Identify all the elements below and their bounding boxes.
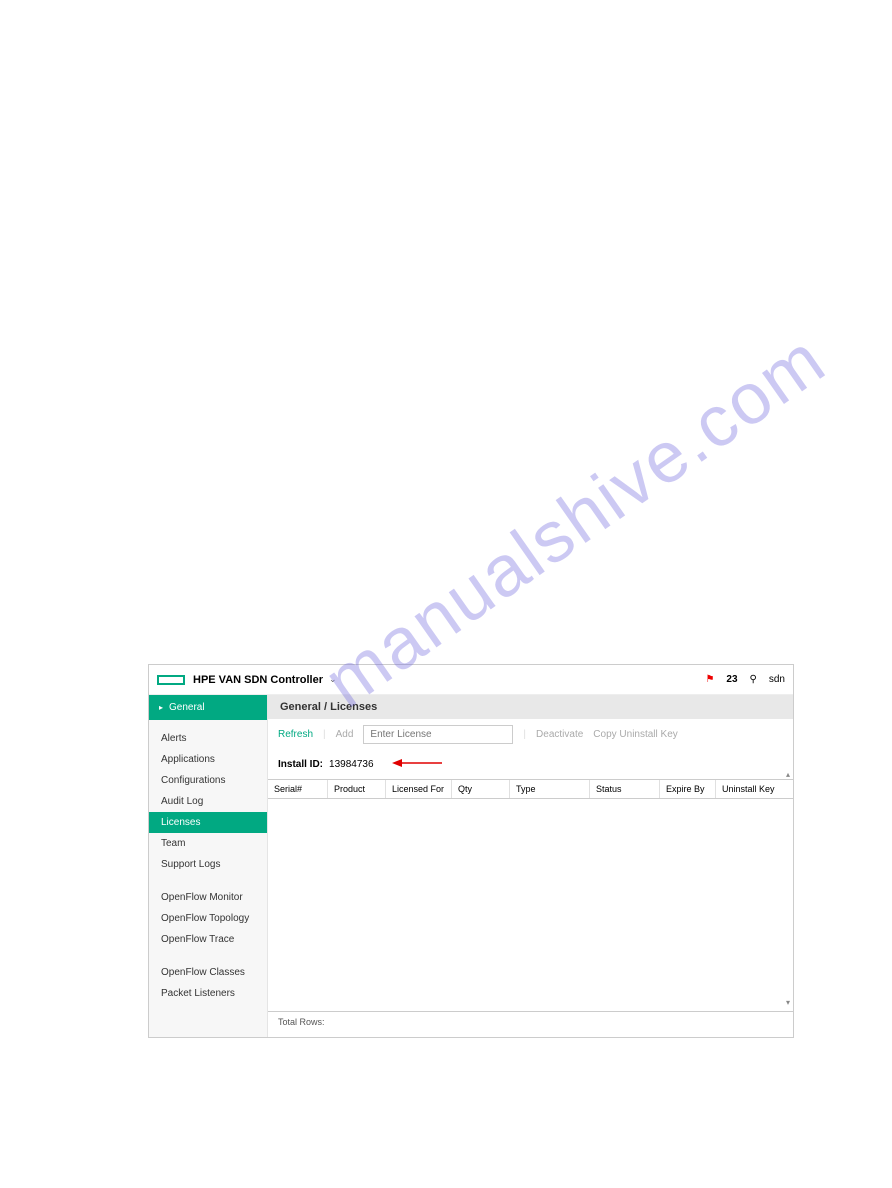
th-type[interactable]: Type <box>510 780 590 798</box>
sidebar-item-openflow-classes[interactable]: OpenFlow Classes <box>149 962 267 983</box>
top-bar: HPE VAN SDN Controller ⌄ ⚑ 23 ⚲ sdn <box>149 665 793 695</box>
sidebar-section-header[interactable]: ▸ General <box>149 695 267 720</box>
app-window: HPE VAN SDN Controller ⌄ ⚑ 23 ⚲ sdn ▸ Ge… <box>148 664 794 1038</box>
sidebar-item-openflow-monitor[interactable]: OpenFlow Monitor <box>149 887 267 908</box>
th-expire-by[interactable]: Expire By <box>660 780 716 798</box>
sidebar-item-licenses[interactable]: Licenses <box>149 812 267 833</box>
footer-bar: Total Rows: <box>268 1011 793 1037</box>
install-id-value: 13984736 <box>329 759 374 770</box>
refresh-button[interactable]: Refresh <box>278 729 313 740</box>
th-uninstall-key[interactable]: Uninstall Key <box>716 780 793 798</box>
sidebar: ▸ General Alerts Applications Configurat… <box>149 695 268 1037</box>
arrow-annotation-icon <box>392 758 442 771</box>
th-product[interactable]: Product <box>328 780 386 798</box>
th-status[interactable]: Status <box>590 780 660 798</box>
scroll-up-icon[interactable]: ▴ <box>785 770 791 779</box>
copy-uninstall-key-button[interactable]: Copy Uninstall Key <box>593 729 677 740</box>
hpe-logo <box>157 675 185 685</box>
breadcrumb: General / Licenses <box>268 695 793 719</box>
top-bar-right: ⚑ 23 ⚲ sdn <box>705 674 785 685</box>
watermark-text: manualshive.com <box>310 318 841 724</box>
main-layout: ▸ General Alerts Applications Configurat… <box>149 695 793 1037</box>
toolbar-divider: | <box>523 729 526 740</box>
th-licensed-for[interactable]: Licensed For <box>386 780 452 798</box>
sidebar-item-alerts[interactable]: Alerts <box>149 728 267 749</box>
sidebar-item-openflow-topology[interactable]: OpenFlow Topology <box>149 908 267 929</box>
scrollbar[interactable]: ▴ ▾ <box>785 770 791 1007</box>
user-label: sdn <box>769 674 785 685</box>
sidebar-group-2: OpenFlow Monitor OpenFlow Topology OpenF… <box>149 879 267 954</box>
sidebar-group-3: OpenFlow Classes Packet Listeners <box>149 954 267 1008</box>
add-button[interactable]: Add <box>336 729 354 740</box>
user-icon[interactable]: ⚲ <box>750 674 757 685</box>
toolbar-divider: | <box>323 729 326 740</box>
sidebar-item-applications[interactable]: Applications <box>149 749 267 770</box>
sidebar-item-openflow-trace[interactable]: OpenFlow Trace <box>149 929 267 950</box>
license-input[interactable] <box>363 725 513 744</box>
sidebar-item-packet-listeners[interactable]: Packet Listeners <box>149 983 267 1004</box>
th-serial[interactable]: Serial# <box>268 780 328 798</box>
install-id-row: Install ID: 13984736 <box>268 750 793 779</box>
total-rows-label: Total Rows: <box>278 1017 325 1027</box>
content-area: General / Licenses Refresh | Add | Deact… <box>268 695 793 1037</box>
chevron-right-icon: ▸ <box>159 703 163 712</box>
flag-icon[interactable]: ⚑ <box>705 674 714 685</box>
toolbar: Refresh | Add | Deactivate Copy Uninstal… <box>268 719 793 750</box>
table-header-row: Serial# Product Licensed For Qty Type St… <box>268 779 793 799</box>
sidebar-group-1: Alerts Applications Configurations Audit… <box>149 720 267 879</box>
sidebar-item-team[interactable]: Team <box>149 833 267 854</box>
sidebar-section-label: General <box>169 702 205 713</box>
sidebar-item-configurations[interactable]: Configurations <box>149 770 267 791</box>
table-body <box>268 799 793 1011</box>
sidebar-item-audit-log[interactable]: Audit Log <box>149 791 267 812</box>
th-qty[interactable]: Qty <box>452 780 510 798</box>
chevron-down-icon[interactable]: ⌄ <box>329 674 337 685</box>
sidebar-item-support-logs[interactable]: Support Logs <box>149 854 267 875</box>
install-id-label: Install ID: <box>278 759 323 770</box>
deactivate-button[interactable]: Deactivate <box>536 729 583 740</box>
app-title: HPE VAN SDN Controller <box>193 674 323 686</box>
scroll-down-icon[interactable]: ▾ <box>785 998 791 1007</box>
notification-count: 23 <box>726 674 737 685</box>
